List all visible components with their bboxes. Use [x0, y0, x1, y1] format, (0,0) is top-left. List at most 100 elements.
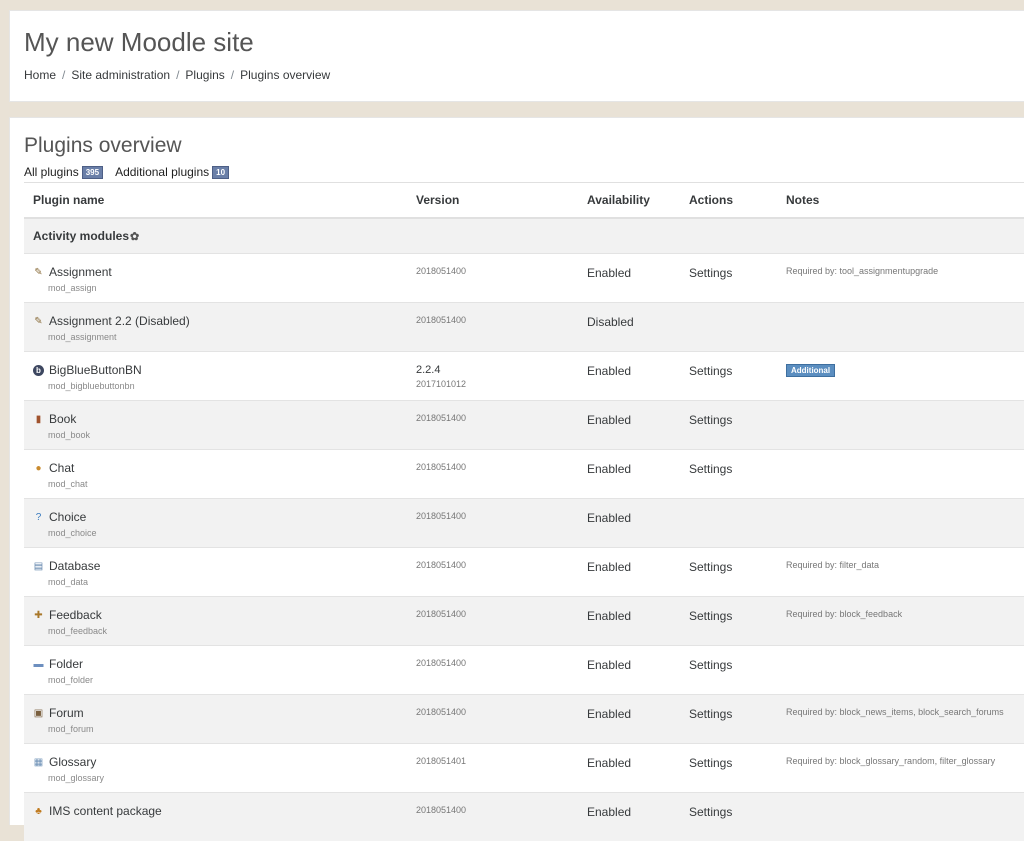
version-cell: 2018051400 [407, 646, 578, 695]
actions-cell: Settings [680, 646, 777, 695]
version-cell: 2018051400 [407, 254, 578, 303]
breadcrumb-separator: / [176, 68, 179, 82]
availability-status: Enabled [587, 401, 680, 427]
settings-link[interactable]: Settings [689, 597, 777, 623]
settings-link[interactable]: Settings [689, 744, 777, 770]
plugins-table: Plugin name Version Availability Actions… [24, 182, 1024, 841]
availability-status: Enabled [587, 352, 680, 378]
settings-link[interactable]: Settings [689, 352, 777, 378]
table-row: bBigBlueButtonBNmod_bigbluebuttonbn2.2.4… [24, 352, 1024, 401]
settings-link[interactable]: Settings [689, 695, 777, 721]
plugin-name: Assignment [49, 265, 407, 279]
folder-icon: ▬ [33, 659, 44, 670]
version-number: 2018051400 [416, 805, 578, 815]
plugin-name: BigBlueButtonBN [49, 363, 407, 377]
actions-cell: Settings [680, 793, 777, 841]
settings-link[interactable]: Settings [689, 401, 777, 427]
glossary-icon: ▦ [33, 757, 44, 768]
notes-cell: Required by: block_feedback [777, 597, 1024, 646]
settings-link[interactable]: Settings [689, 646, 777, 672]
actions-cell: Settings [680, 597, 777, 646]
all-plugins-link[interactable]: All plugins [24, 165, 79, 179]
version-number: 2018051400 [416, 658, 578, 668]
settings-link[interactable]: Settings [689, 254, 777, 280]
version-cell: 2018051400 [407, 499, 578, 548]
availability-cell: Enabled [578, 597, 680, 646]
version-cell-content: 2018051400 [416, 548, 578, 570]
plugin-component: mod_assign [48, 283, 407, 293]
choice-icon: ? [33, 512, 44, 523]
version-cell-content: 2018051400 [416, 597, 578, 619]
availability-cell: Enabled [578, 548, 680, 597]
plugin-component: mod_assignment [48, 332, 407, 342]
site-title: My new Moodle site [24, 27, 254, 58]
settings-link[interactable]: Settings [689, 793, 777, 819]
version-cell: 2018051400 [407, 793, 578, 841]
table-row: ●Chatmod_chat2018051400EnabledSettings [24, 450, 1024, 499]
breadcrumb-plugins[interactable]: Plugins [185, 68, 224, 82]
bigbluebutton-icon: b [33, 365, 44, 376]
table-row: ▣Forummod_forum2018051400EnabledSettings… [24, 695, 1024, 744]
version-cell: 2018051400 [407, 597, 578, 646]
gear-icon[interactable]: ✿ [130, 231, 139, 243]
version-number: 2018051400 [416, 560, 578, 570]
table-row: ✎Assignment 2.2 (Disabled)mod_assignment… [24, 303, 1024, 352]
version-cell-content: 2018051401 [416, 744, 578, 766]
breadcrumb-separator: / [231, 68, 234, 82]
ims-package-icon: ♣ [33, 806, 44, 817]
dependency-note: Required by: block_feedback [786, 597, 1024, 619]
breadcrumb-plugins-overview[interactable]: Plugins overview [240, 68, 330, 82]
plugin-name: IMS content package [49, 804, 407, 818]
notes-cell [777, 303, 1024, 352]
plugin-name-cell: ▬Foldermod_folder [24, 646, 407, 695]
version-cell-content: 2018051400 [416, 695, 578, 717]
actions-cell: Settings [680, 548, 777, 597]
plugin-name-cell: ?Choicemod_choice [24, 499, 407, 548]
category-cell: Activity modules✿ [24, 218, 1024, 254]
actions-cell: Settings [680, 744, 777, 793]
all-plugins-count-badge: 395 [82, 166, 103, 179]
plugin-name: Feedback [49, 608, 407, 622]
additional-plugins-link[interactable]: Additional plugins [115, 165, 209, 179]
settings-link[interactable]: Settings [689, 450, 777, 476]
forum-icon: ▣ [33, 708, 44, 719]
notes-cell: Additional [777, 352, 1024, 401]
plugin-name: Chat [49, 461, 407, 475]
actions-cell: Settings [680, 401, 777, 450]
notes-content: Additional [786, 352, 1024, 377]
dependency-note: Required by: block_glossary_random, filt… [786, 744, 1024, 766]
plugin-name: Assignment 2.2 (Disabled) [49, 314, 407, 328]
availability-status: Enabled [587, 450, 680, 476]
availability-status: Enabled [587, 793, 680, 819]
table-row: ✎ Assignment mod_assign2018051400Enabled Se… [24, 254, 1024, 303]
availability-cell: Enabled [578, 499, 680, 548]
database-icon: ▤ [33, 561, 44, 572]
availability-cell: Enabled [578, 695, 680, 744]
notes-cell: Required by: block_news_items, block_sea… [777, 695, 1024, 744]
plugin-filters: All plugins395Additional plugins10 [24, 165, 229, 179]
table-row: ▤Databasemod_data2018051400EnabledSettin… [24, 548, 1024, 597]
version-cell-content: 2018051400 [416, 303, 578, 325]
breadcrumb-home[interactable]: Home [24, 68, 56, 82]
availability-cell: Enabled [578, 254, 680, 303]
main-content: Plugins overview All plugins395Additiona… [9, 117, 1024, 825]
notes-cell [777, 450, 1024, 499]
availability-cell: Disabled [578, 303, 680, 352]
version-number: 2018051401 [416, 756, 578, 766]
plugin-name-cell: ✚Feedbackmod_feedback [24, 597, 407, 646]
settings-link[interactable]: Settings [689, 548, 777, 574]
version-number: 2018051400 [416, 609, 578, 619]
assignment-icon: ✎ [33, 267, 44, 278]
column-header-plugin-name: Plugin name [24, 183, 407, 219]
table-row: ?Choicemod_choice2018051400Enabled [24, 499, 1024, 548]
plugin-component: mod_forum [48, 724, 407, 734]
additional-badge: Additional [786, 364, 835, 377]
version-cell-content: 2018051400 [416, 401, 578, 423]
version-cell: 2018051400 [407, 303, 578, 352]
plugin-name-cell: ✎Assignment 2.2 (Disabled)mod_assignment [24, 303, 407, 352]
version-number: 2018051400 [416, 413, 578, 423]
availability-status: Enabled [587, 744, 680, 770]
breadcrumb-site-administration[interactable]: Site administration [71, 68, 170, 82]
notes-cell [777, 646, 1024, 695]
plugin-component: mod_feedback [48, 626, 407, 636]
